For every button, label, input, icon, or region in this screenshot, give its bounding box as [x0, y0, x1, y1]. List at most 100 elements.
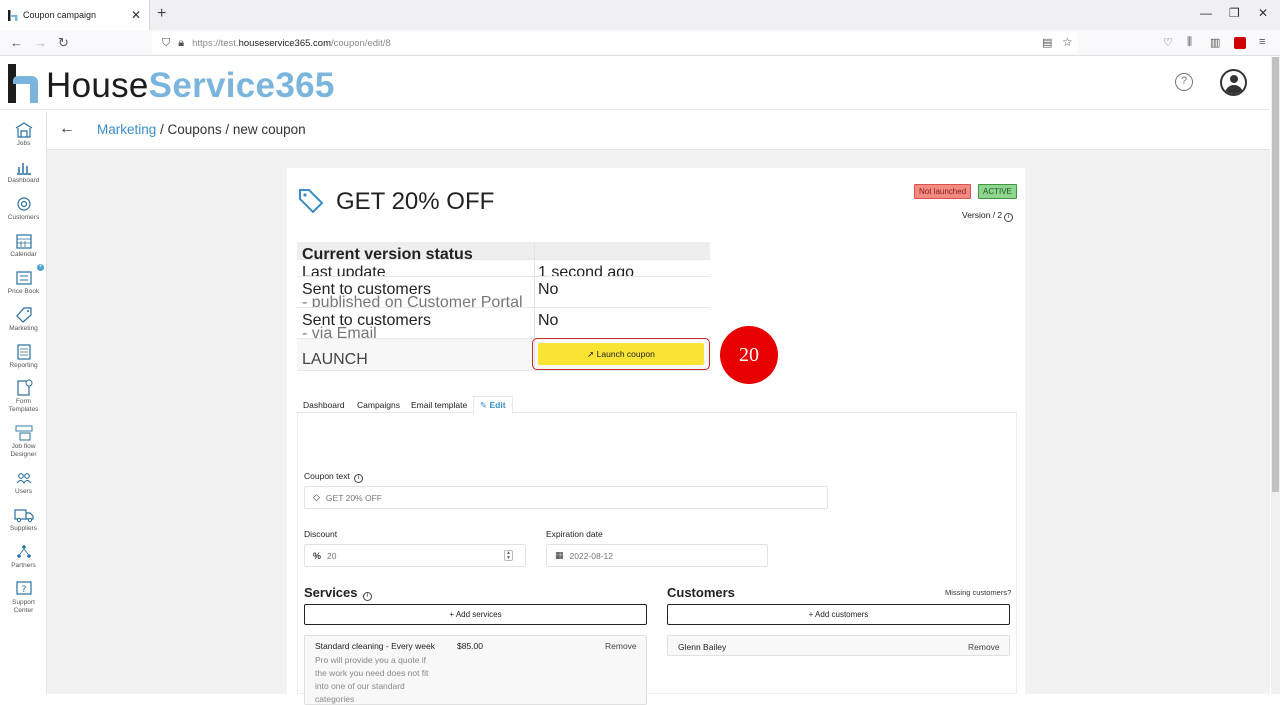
url-bar[interactable]: ⛉ 🔒︎ https://test. houseservice365.com/co…: [152, 32, 1078, 54]
bookmark-star-icon[interactable]: ☆: [1062, 35, 1073, 49]
sidebar-item-label: Partners: [11, 562, 36, 569]
expiration-date-label: Expiration date: [546, 529, 603, 539]
sidebar-item-suppliers[interactable]: Suppliers: [0, 506, 47, 533]
sidebar-item-label: Customers: [7, 214, 40, 221]
service-item: Standard cleaning - Every week $85.00 Re…: [304, 635, 647, 705]
browser-tab-title: Coupon campaign: [23, 10, 97, 20]
step-number-badge: 20: [720, 326, 778, 384]
reporting-icon: [16, 344, 31, 360]
help-icon[interactable]: ?: [1175, 73, 1193, 91]
number-stepper-icon[interactable]: ▲ ▼: [504, 550, 513, 561]
url-prefix: https://test.: [192, 37, 239, 49]
page-scrollbar[interactable]: [1271, 57, 1280, 694]
shield-icon: ⛉: [162, 36, 171, 49]
left-sidebar: Jobs Dashboard Customers Calendar + Pric…: [0, 111, 47, 694]
sidebar-item-jobs[interactable]: Jobs: [0, 121, 47, 148]
url-domain: houseservice365.com: [238, 37, 331, 49]
status-row-label: LAUNCH: [302, 351, 368, 368]
partners-icon: [16, 545, 31, 558]
reload-icon[interactable]: ↻: [58, 35, 69, 51]
restore-window-icon[interactable]: ❐: [1229, 6, 1240, 20]
info-icon[interactable]: i: [354, 474, 364, 483]
form-templates-icon: [16, 379, 32, 396]
info-icon[interactable]: i: [1004, 213, 1014, 222]
sidebar-item-price-book[interactable]: + Price Book: [0, 264, 47, 296]
status-row-value: No: [538, 312, 559, 329]
sidebar-item-partners[interactable]: Partners: [0, 543, 47, 570]
back-icon[interactable]: ←: [10, 35, 23, 50]
app-header: HouseService365 ?: [0, 57, 1270, 110]
percent-icon: %: [313, 550, 322, 561]
forward-icon[interactable]: →: [34, 35, 47, 50]
status-row-last-update: Last update 1 second ago: [297, 259, 710, 281]
sidebar-item-calendar[interactable]: Calendar: [0, 232, 47, 259]
tab-dashboard[interactable]: Dashboard: [297, 397, 351, 413]
customers-icon: [16, 197, 31, 211]
scrollbar-thumb[interactable]: [1272, 57, 1279, 492]
user-avatar-icon[interactable]: [1220, 69, 1247, 96]
coupon-tag-icon: [299, 189, 324, 214]
coupon-card: GET 20% OFF Not launched ACTIVE Version …: [287, 168, 1025, 705]
not-launched-badge: Not launched: [914, 184, 972, 199]
coupon-text-value: GET 20% OFF: [325, 492, 382, 503]
status-table-header: Current version status: [297, 242, 710, 263]
close-window-icon[interactable]: ✕: [1258, 6, 1268, 20]
tab-email-template[interactable]: Email template: [405, 397, 473, 413]
launch-coupon-button[interactable]: ➚ Launch coupon: [538, 343, 704, 365]
new-tab-icon[interactable]: +: [157, 5, 166, 23]
sidebar-item-customers[interactable]: Customers: [0, 195, 47, 222]
close-tab-icon[interactable]: ✕: [131, 8, 141, 22]
job-flow-designer-icon: [15, 425, 32, 441]
sidebar-item-job-flow-designer[interactable]: Job flow Designer: [0, 424, 47, 459]
sidebar-item-label: Job flow Designer: [10, 443, 37, 458]
menu-icon[interactable]: ≡: [1259, 36, 1265, 48]
pencil-icon: ✎: [480, 400, 488, 410]
info-icon[interactable]: i: [363, 592, 373, 601]
add-services-button[interactable]: + Add services: [304, 604, 647, 625]
customer-name: Glenn Bailey: [678, 642, 727, 652]
launch-highlight: ➚ Launch coupon: [532, 338, 710, 370]
sidebar-toggle-icon[interactable]: ▥: [1210, 36, 1220, 49]
back-arrow-icon[interactable]: ←: [59, 120, 75, 138]
sidebar-item-form-templates[interactable]: Form Templates: [0, 379, 47, 414]
missing-customers-link[interactable]: Missing customers?: [945, 588, 1011, 597]
discount-value: 20: [327, 550, 337, 561]
sidebar-item-marketing[interactable]: Marketing: [0, 306, 47, 333]
jobs-icon: [15, 122, 32, 138]
breadcrumb-bar: ← Marketing / Coupons / new coupon: [47, 111, 1270, 150]
pocket-icon[interactable]: ♡: [1163, 36, 1173, 49]
browser-navbar: ← → ↻ ⛉ 🔒︎ https://test. houseservice365.…: [0, 30, 1280, 56]
sidebar-item-dashboard[interactable]: Dashboard: [0, 158, 47, 185]
brand-logo-text[interactable]: HouseService365: [46, 66, 335, 106]
launch-coupon-label: Launch coupon: [596, 349, 655, 359]
minimize-window-icon[interactable]: —: [1200, 6, 1212, 20]
calendar-icon: ▦: [555, 550, 564, 560]
sidebar-item-label: Price Book: [7, 288, 40, 295]
version-text: Version / 2: [962, 210, 1003, 220]
reader-view-icon[interactable]: ▤: [1042, 36, 1052, 49]
service-name: Standard cleaning - Every week: [315, 641, 436, 651]
svg-text:?: ?: [21, 585, 26, 595]
remove-service-button[interactable]: Remove: [605, 641, 637, 651]
tag-icon: ◇: [313, 492, 320, 502]
sidebar-item-support-center[interactable]: ? Support Center: [0, 580, 47, 615]
sidebar-item-users[interactable]: Users: [0, 469, 47, 496]
tab-campaigns[interactable]: Campaigns: [351, 397, 406, 413]
customer-item: Glenn Bailey Remove: [667, 635, 1010, 656]
coupon-text-input[interactable]: ◇ GET 20% OFF: [304, 486, 828, 509]
sidebar-item-label: Support Center: [12, 599, 35, 614]
sidebar-item-reporting[interactable]: Reporting: [0, 343, 47, 370]
discount-input[interactable]: % 20 ▲ ▼: [304, 544, 526, 567]
add-customers-button[interactable]: + Add customers: [667, 604, 1010, 625]
remove-customer-button[interactable]: Remove: [968, 642, 1000, 652]
sidebar-item-label: Dashboard: [7, 177, 40, 184]
breadcrumb-marketing-link[interactable]: Marketing: [97, 122, 156, 137]
browser-tab[interactable]: Coupon campaign ✕: [0, 0, 150, 30]
add-price-icon[interactable]: +: [37, 264, 44, 271]
extension-icon[interactable]: [1234, 37, 1246, 49]
sidebar-item-label: Users: [15, 488, 32, 495]
browser-tab-strip: Coupon campaign ✕ + — ❐ ✕: [0, 0, 1280, 30]
houseservice-logo-icon[interactable]: [7, 64, 39, 103]
expiration-date-input[interactable]: ▦ 2022-08-12: [546, 544, 768, 567]
library-icon[interactable]: ⫼: [1187, 36, 1192, 49]
